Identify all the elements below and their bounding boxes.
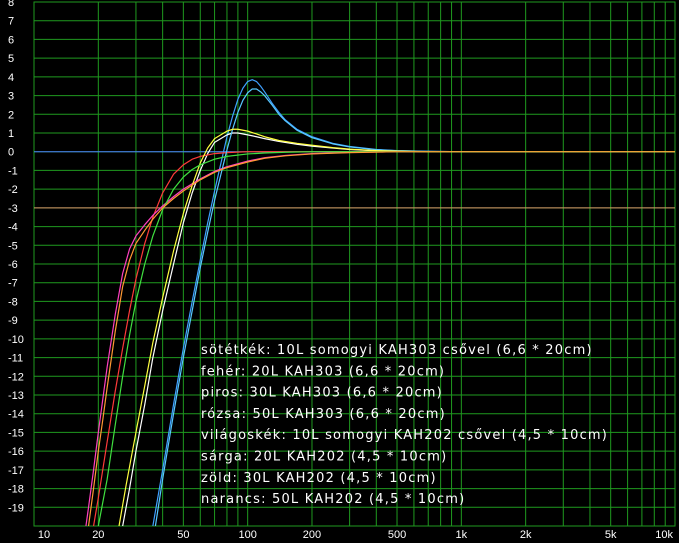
y-tick-label: 3	[8, 91, 14, 103]
legend-entry-8: narancs: 50L KAH202 (4,5 * 10cm)	[201, 492, 465, 507]
legend-entry-1: sötétkék: 10L somogyi KAH303 csővel (6,6…	[201, 343, 593, 358]
y-tick-label: 4	[8, 72, 14, 84]
y-tick-label: -8	[8, 296, 18, 308]
y-tick-label: -14	[8, 409, 24, 421]
y-tick-label: 7	[8, 16, 14, 28]
y-tick-label: 1	[8, 128, 14, 140]
y-tick-label: -7	[8, 278, 18, 290]
x-tick-label: 20	[92, 529, 104, 541]
y-tick-label: -15	[8, 427, 24, 439]
x-tick-label: 5k	[605, 529, 617, 541]
x-tick-label: 1k	[456, 529, 468, 541]
y-tick-label: -19	[8, 502, 24, 514]
legend-entry-7: zöld: 30L KAH202 (4,5 * 10cm)	[201, 471, 437, 486]
y-tick-label: -6	[8, 259, 18, 271]
x-tick-label: 200	[303, 529, 321, 541]
x-tick-label: 100	[238, 529, 256, 541]
x-tick-label: 500	[388, 529, 406, 541]
y-tick-label: -2	[8, 184, 18, 196]
y-tick-label: -4	[8, 222, 18, 234]
legend-entry-4: rózsa: 50L KAH303 (6,6 * 20cm)	[201, 407, 446, 422]
y-tick-label: 8	[8, 0, 14, 9]
x-tick-label: 2k	[520, 529, 532, 541]
y-tick-label: -18	[8, 484, 24, 496]
y-tick-label: -16	[8, 446, 24, 458]
y-tick-label: 0	[8, 147, 14, 159]
y-tick-label: -13	[8, 390, 24, 402]
x-tick-label: 10	[38, 529, 50, 541]
y-tick-label: 6	[8, 34, 14, 46]
y-tick-label: 5	[8, 53, 14, 65]
legend-entry-6: sárga: 20L KAH202 (4,5 * 10cm)	[201, 450, 447, 465]
legend-entry-3: piros: 30L KAH303 (6,6 * 20cm)	[201, 386, 443, 401]
x-tick-label: 50	[177, 529, 189, 541]
y-tick-label: -10	[8, 334, 24, 346]
y-tick-label: -1	[8, 165, 18, 177]
y-tick-label: -3	[8, 203, 18, 215]
y-tick-label: -12	[8, 371, 24, 383]
legend-entry-2: fehér: 20L KAH303 (6,6 * 20cm)	[201, 364, 445, 379]
y-tick-label: -17	[8, 465, 24, 477]
y-tick-label: -5	[8, 240, 18, 252]
x-tick-label: 10k	[655, 529, 673, 541]
y-tick-label: 2	[8, 109, 14, 121]
legend-entry-5: világoskék: 10L somogyi KAH202 csővel (4…	[201, 428, 608, 443]
y-tick-label: -11	[8, 353, 23, 365]
frequency-response-chart: 876543210-1-2-3-4-5-6-7-8-9-10-11-12-13-…	[0, 0, 679, 543]
y-tick-label: -9	[8, 315, 18, 327]
